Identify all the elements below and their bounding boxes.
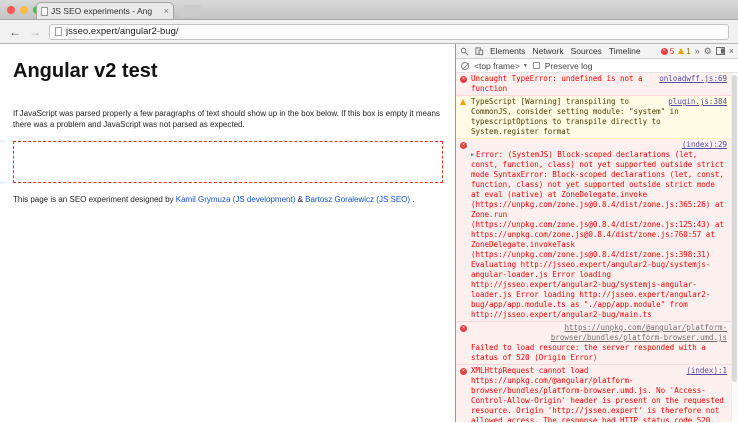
intro-text: If JavaScript was parsed properly a few … <box>13 108 443 130</box>
credit-prefix: This page is an SEO experiment designed … <box>13 195 176 204</box>
forward-button[interactable]: → <box>29 26 41 38</box>
message-body: ▶Error: (SystemJS) Block-scoped declarat… <box>471 150 727 320</box>
settings-icon[interactable]: ⚙ <box>704 47 712 56</box>
console-output: × onloadwff.js:69 Uncaught TypeError: un… <box>456 73 738 422</box>
bartosz-link[interactable]: Bartosz Goralewicz (JS SEO) <box>305 195 410 204</box>
preserve-log-label: Preserve log <box>545 61 593 71</box>
error-badge[interactable]: ×5 <box>661 47 674 56</box>
frame-select-value: <top frame> <box>474 61 520 71</box>
clear-console-icon[interactable] <box>461 62 469 70</box>
browser-window: JS SEO experiments - Ang × ← → jsseo.exp… <box>0 0 738 423</box>
devtools-tabs: Elements Network Sources Timeline <box>490 46 641 56</box>
minimize-window-button[interactable] <box>20 6 28 14</box>
message-text: Error: (SystemJS) Block-scoped declarati… <box>471 150 724 319</box>
error-icon: × <box>460 325 467 332</box>
error-count: 5 <box>670 47 674 56</box>
browser-tab[interactable]: JS SEO experiments - Ang × <box>36 2 174 19</box>
console-message-typescript-warning: plugin.js:384 TypeScript [Warning] trans… <box>456 96 738 139</box>
frame-select[interactable]: <top frame> ▼ <box>474 61 528 71</box>
source-link[interactable]: onloadwff.js:69 <box>659 74 727 84</box>
message-text: Uncaught TypeError: undefined is not a f… <box>471 74 643 93</box>
close-devtools-icon[interactable]: × <box>729 47 734 56</box>
tab-elements[interactable]: Elements <box>490 46 525 56</box>
dock-side-icon[interactable] <box>716 47 725 55</box>
source-link[interactable]: https://unpkg.com/@angular/platform-brow… <box>551 323 727 342</box>
overflow-tabs-icon[interactable]: » <box>695 47 700 56</box>
close-window-button[interactable] <box>7 6 15 14</box>
error-icon: × <box>460 368 467 375</box>
titlebar: JS SEO experiments - Ang × <box>0 0 738 20</box>
tab-timeline[interactable]: Timeline <box>609 46 641 56</box>
device-toolbar-icon[interactable] <box>475 47 484 56</box>
new-tab-button[interactable] <box>179 5 203 17</box>
url-text: jsseo.expert/angular2-bug/ <box>66 26 179 37</box>
source-link[interactable]: (index):1 <box>686 366 727 376</box>
console-message-failed-resource: × https://unpkg.com/@angular/platform-br… <box>456 322 738 365</box>
error-count-icon: × <box>661 48 668 55</box>
scrollbar-thumb[interactable] <box>732 75 737 382</box>
credit-separator: & <box>295 195 305 204</box>
credit-text: This page is an SEO experiment designed … <box>13 195 443 204</box>
devtools-tabbar-right: ×5 1 » ⚙ × <box>661 47 734 56</box>
source-link[interactable]: (index):29 <box>682 140 727 149</box>
console-message-systemjs-error: × (index):29 ▶Error: (SystemJS) Block-sc… <box>456 139 738 322</box>
devtools-tabbar: Elements Network Sources Timeline ×5 1 »… <box>456 44 738 59</box>
console-message-xhr-cors: × (index):1 XMLHttpRequest cannot load h… <box>456 365 738 422</box>
credit-suffix: . <box>410 195 414 204</box>
warning-badge[interactable]: 1 <box>678 47 690 56</box>
back-button[interactable]: ← <box>9 26 21 38</box>
kamil-link[interactable]: Kamil Grymuza (JS development) <box>176 195 296 204</box>
error-icon: × <box>460 76 467 83</box>
content-area: Angular v2 test If JavaScript was parsed… <box>0 44 738 422</box>
console-toolbar: <top frame> ▼ Preserve log <box>456 59 738 73</box>
source-line: https://unpkg.com/@angular/platform-brow… <box>471 323 727 343</box>
message-text: Failed to load resource: the server resp… <box>471 343 727 363</box>
source-line: (index):29 <box>471 140 727 150</box>
devtools-panel: Elements Network Sources Timeline ×5 1 »… <box>455 44 738 422</box>
url-bar[interactable]: jsseo.expert/angular2-bug/ <box>49 24 729 40</box>
tab-close-icon[interactable]: × <box>164 7 169 16</box>
warning-count-icon <box>678 48 684 54</box>
message-text: https://unpkg.com/@angular/platform-brow… <box>471 376 727 422</box>
search-icon[interactable] <box>460 47 469 56</box>
empty-js-box <box>13 141 443 183</box>
message-head: XMLHttpRequest cannot load <box>471 366 588 375</box>
browser-toolbar: ← → jsseo.expert/angular2-bug/ <box>0 20 738 44</box>
console-message-uncaught-typeerror: × onloadwff.js:69 Uncaught TypeError: un… <box>456 73 738 96</box>
tab-network[interactable]: Network <box>532 46 563 56</box>
chevron-down-icon: ▼ <box>523 63 528 69</box>
expand-icon[interactable]: ▶ <box>471 152 474 158</box>
source-link[interactable]: plugin.js:384 <box>668 97 727 107</box>
tab-sources[interactable]: Sources <box>571 46 602 56</box>
tab-favicon-icon <box>41 7 48 16</box>
page-title: Angular v2 test <box>13 60 443 83</box>
message-text: TypeScript [Warning] transpiling to Comm… <box>471 97 679 136</box>
error-icon: × <box>460 142 467 149</box>
preserve-log-checkbox[interactable] <box>533 62 540 69</box>
web-page: Angular v2 test If JavaScript was parsed… <box>0 44 455 422</box>
warning-count: 1 <box>686 47 690 56</box>
console-scrollbar[interactable] <box>731 73 738 422</box>
warning-icon <box>460 99 466 105</box>
tab-title: JS SEO experiments - Ang <box>51 6 161 16</box>
page-icon <box>55 27 62 36</box>
